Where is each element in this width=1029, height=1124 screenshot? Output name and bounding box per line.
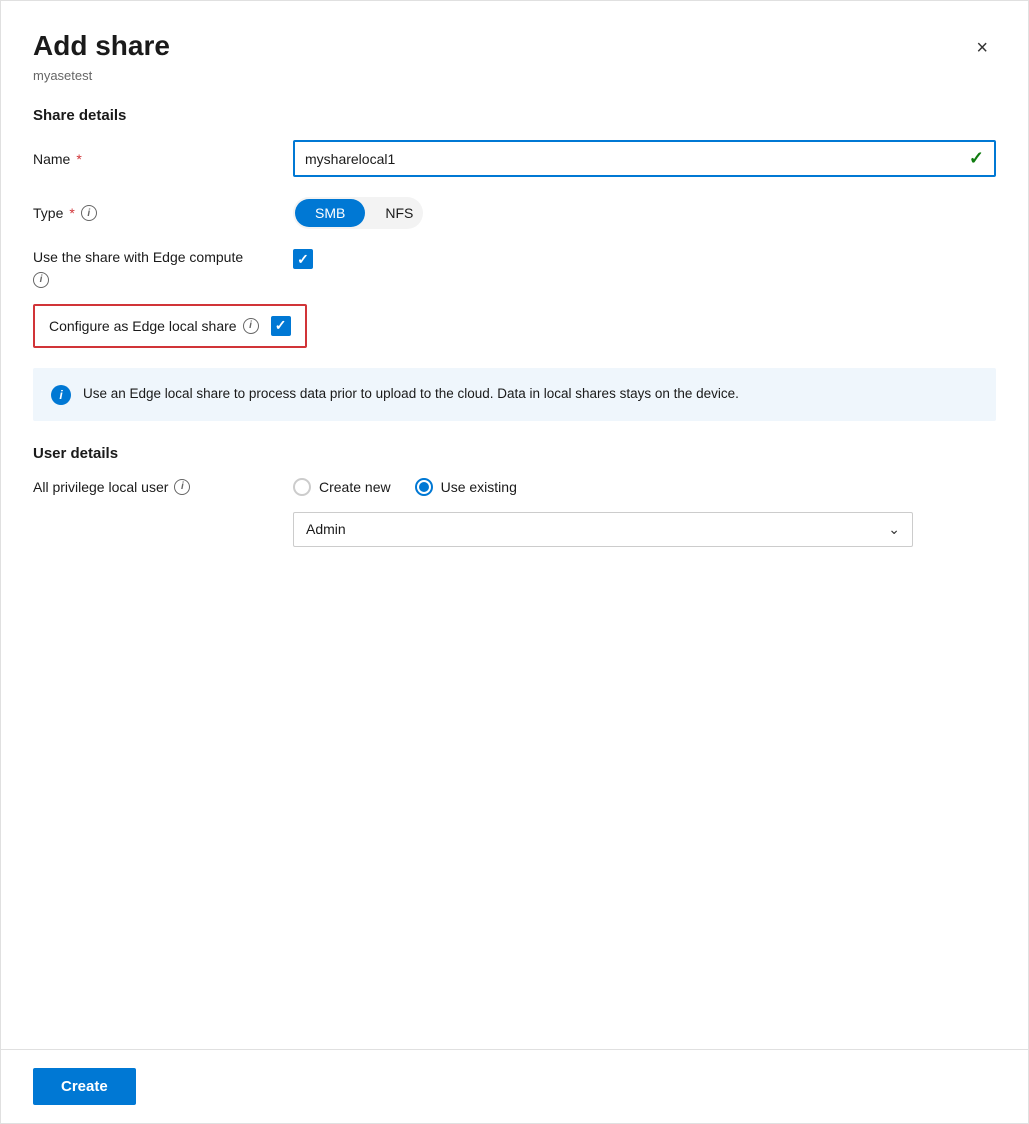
name-required-star: * xyxy=(76,151,81,167)
edge-local-info-icon[interactable]: i xyxy=(243,318,259,334)
use-existing-radio[interactable] xyxy=(415,478,433,496)
share-details-section-title: Share details xyxy=(33,107,996,124)
edge-compute-label: Use the share with Edge compute xyxy=(33,249,293,265)
create-new-option[interactable]: Create new xyxy=(293,478,391,496)
admin-dropdown[interactable]: Admin ⌄ xyxy=(293,512,913,547)
dialog-header: Add share × xyxy=(33,29,996,64)
type-toggle-group: SMB NFS xyxy=(293,197,423,229)
add-share-dialog: Add share × myasetest Share details Name… xyxy=(0,0,1029,1124)
close-button[interactable]: × xyxy=(968,33,996,64)
name-label: Name * xyxy=(33,151,293,167)
edge-compute-check-icon: ✓ xyxy=(297,251,309,268)
edge-compute-checkbox[interactable]: ✓ xyxy=(293,249,313,269)
create-button[interactable]: Create xyxy=(33,1068,136,1105)
edge-local-highlighted-wrapper: Configure as Edge local share i ✓ xyxy=(33,304,996,348)
dialog-body: Add share × myasetest Share details Name… xyxy=(1,1,1028,1049)
info-box: i Use an Edge local share to process dat… xyxy=(33,368,996,421)
edge-compute-info-icon[interactable]: i xyxy=(33,272,49,288)
type-nfs-option[interactable]: NFS xyxy=(365,199,433,227)
name-valid-icon: ✓ xyxy=(969,148,984,169)
edge-local-label: Configure as Edge local share i xyxy=(49,318,259,334)
dropdown-value: Admin xyxy=(306,521,888,537)
dialog-subtitle: myasetest xyxy=(33,68,996,83)
privilege-label: All privilege local user i xyxy=(33,479,293,495)
name-input[interactable] xyxy=(305,151,969,167)
edge-local-row: Configure as Edge local share i ✓ xyxy=(33,304,307,348)
user-radio-group: Create new Use existing xyxy=(293,478,517,496)
name-row: Name * ✓ xyxy=(33,140,996,177)
info-box-icon-letter: i xyxy=(59,388,62,402)
user-details-section-title: User details xyxy=(33,445,996,462)
use-existing-radio-dot xyxy=(419,482,429,492)
create-new-radio[interactable] xyxy=(293,478,311,496)
use-existing-option[interactable]: Use existing xyxy=(415,478,517,496)
type-info-icon[interactable]: i xyxy=(81,205,97,221)
privilege-info-icon[interactable]: i xyxy=(174,479,190,495)
dropdown-arrow-icon: ⌄ xyxy=(888,521,900,538)
type-row: Type * i SMB NFS xyxy=(33,197,996,229)
dialog-title: Add share xyxy=(33,29,170,63)
use-existing-label: Use existing xyxy=(441,479,517,495)
name-input-wrapper[interactable]: ✓ xyxy=(293,140,996,177)
info-box-icon: i xyxy=(51,385,71,405)
info-box-text: Use an Edge local share to process data … xyxy=(83,384,739,404)
type-label: Type * i xyxy=(33,205,293,221)
user-details-row: All privilege local user i Create new Us… xyxy=(33,478,996,496)
edge-local-check-icon: ✓ xyxy=(275,317,287,334)
type-required-star: * xyxy=(69,205,74,221)
type-smb-option[interactable]: SMB xyxy=(295,199,365,227)
create-new-label: Create new xyxy=(319,479,391,495)
edge-local-checkbox[interactable]: ✓ xyxy=(271,316,291,336)
edge-compute-row: Use the share with Edge compute i ✓ xyxy=(33,249,996,288)
dialog-footer: Create xyxy=(1,1049,1028,1123)
